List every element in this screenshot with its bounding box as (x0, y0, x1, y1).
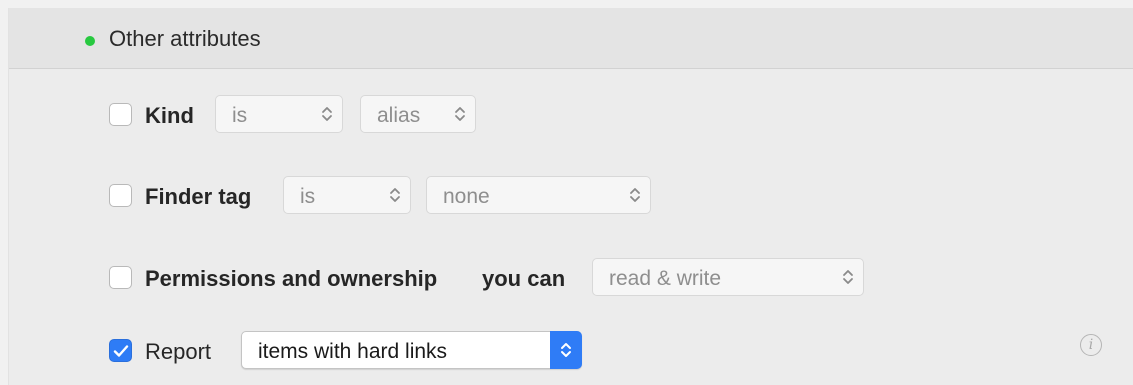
section-header[interactable]: Other attributes (9, 8, 1133, 69)
info-icon[interactable]: i (1080, 334, 1102, 356)
checkmark-icon (113, 345, 129, 357)
report-type-popup[interactable]: items with hard links (241, 331, 582, 369)
chevron-up-down-icon (630, 188, 640, 202)
kind-value: alias (377, 104, 421, 127)
popup-arrow-button[interactable] (550, 331, 582, 369)
kind-operator-value: is (232, 104, 248, 127)
finder-tag-label: Finder tag (145, 184, 252, 209)
permissions-value-popup[interactable]: read & write (592, 258, 864, 296)
permissions-label: Permissions and ownership (145, 266, 438, 291)
chevron-up-down-icon (843, 270, 853, 284)
finder-tag-value: none (443, 185, 490, 208)
report-label: Report (145, 339, 212, 364)
chevron-up-down-icon (322, 107, 332, 121)
green-status-dot-icon (85, 36, 95, 46)
section-title: Other attributes (109, 26, 261, 51)
report-type-value: items with hard links (258, 340, 448, 363)
finder-tag-checkbox[interactable] (109, 184, 132, 207)
permissions-connector: you can (482, 266, 566, 291)
chevron-up-down-icon (390, 188, 400, 202)
criteria-row-permissions: Permissions and ownership you can read &… (9, 258, 1133, 298)
kind-operator-popup[interactable]: is (215, 95, 343, 133)
finder-tag-operator-value: is (300, 185, 316, 208)
permissions-value: read & write (609, 267, 722, 290)
finder-tag-value-popup[interactable]: none (426, 176, 651, 214)
chevron-up-down-icon (455, 107, 465, 121)
permissions-checkbox[interactable] (109, 266, 132, 289)
criteria-row-finder-tag: Finder tag is none (9, 176, 1133, 216)
criteria-row-kind: Kind is alias (9, 95, 1133, 135)
other-attributes-panel: Other attributes Kind is alias Finder ta… (8, 8, 1133, 385)
finder-tag-operator-popup[interactable]: is (283, 176, 411, 214)
kind-label: Kind (145, 103, 194, 128)
kind-value-popup[interactable]: alias (360, 95, 476, 133)
criteria-row-report: Report items with hard links (9, 331, 1133, 371)
kind-checkbox[interactable] (109, 103, 132, 126)
chevron-up-down-icon (561, 343, 571, 357)
report-checkbox[interactable] (109, 339, 132, 362)
